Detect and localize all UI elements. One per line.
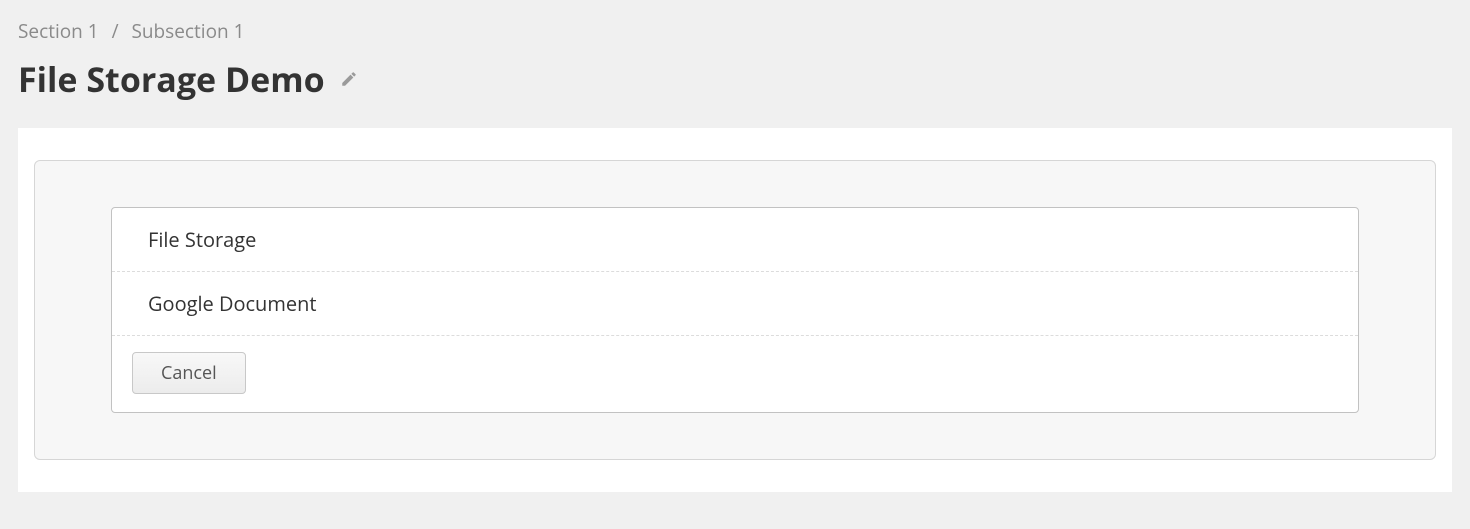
actions-row: Cancel xyxy=(112,336,1358,394)
content-card: File Storage Google Document Cancel xyxy=(18,128,1452,492)
page-title: File Storage Demo xyxy=(18,56,325,102)
pencil-icon[interactable] xyxy=(339,69,359,89)
option-box: File Storage Google Document Cancel xyxy=(111,207,1359,413)
breadcrumb-link-subsection[interactable]: Subsection 1 xyxy=(131,18,244,44)
option-google-document[interactable]: Google Document xyxy=(112,272,1358,336)
breadcrumb-separator: / xyxy=(112,18,119,44)
breadcrumb: Section 1 / Subsection 1 xyxy=(18,18,1452,44)
breadcrumb-link-section[interactable]: Section 1 xyxy=(18,18,99,44)
cancel-button[interactable]: Cancel xyxy=(132,352,246,394)
inner-panel: File Storage Google Document Cancel xyxy=(34,160,1436,460)
option-file-storage[interactable]: File Storage xyxy=(112,208,1358,272)
